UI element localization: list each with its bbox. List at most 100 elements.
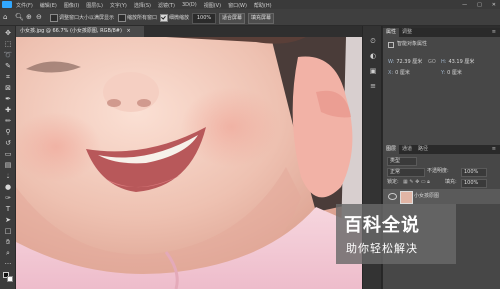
menu-edit[interactable]: 编辑(E): [40, 2, 57, 9]
visibility-eye-icon[interactable]: [388, 193, 397, 200]
zoom-all-windows-label: 缩放所有窗口: [127, 15, 158, 21]
watermark-subtitle: 助你轻松解决: [346, 242, 418, 255]
close-tab-icon[interactable]: ×: [127, 28, 131, 34]
minimize-button[interactable]: —: [462, 2, 467, 8]
clone-stamp-tool-icon[interactable]: ⚲: [3, 127, 13, 137]
maximize-button[interactable]: □: [477, 2, 482, 8]
zoom-all-windows-checkbox[interactable]: [118, 14, 126, 22]
y-field[interactable]: Y: 0 厘米: [441, 70, 462, 77]
link-dimensions-toggle[interactable]: GO: [428, 59, 436, 66]
menu-type[interactable]: 文字(Y): [110, 2, 127, 9]
document-canvas[interactable]: [16, 37, 362, 289]
width-field[interactable]: W: 72.39 厘米: [388, 59, 422, 66]
zoom-tool-icon[interactable]: 🔍︎: [15, 13, 24, 22]
tab-layers[interactable]: 图层: [383, 145, 400, 154]
rectangle-tool-icon[interactable]: □: [3, 226, 13, 236]
fill-label: 填充:: [445, 179, 457, 185]
opacity-label: 不透明度:: [427, 168, 449, 174]
width-label: W:: [388, 59, 395, 65]
hand-tool-icon[interactable]: ✋︎: [3, 237, 13, 247]
menu-file[interactable]: 文件(F): [16, 2, 33, 9]
background-color-swatch[interactable]: [7, 276, 13, 282]
watermark-badge: 百科全说 助你轻松解决: [336, 204, 456, 264]
history-panel-icon[interactable]: ⏲: [368, 36, 378, 46]
menu-3d[interactable]: 3D(D): [182, 2, 197, 9]
gradient-tool-icon[interactable]: ▤: [3, 160, 13, 170]
lock-label: 锁定:: [387, 179, 399, 185]
blend-mode-select[interactable]: 正常: [387, 168, 425, 177]
menu-bar: 文件(F) 编辑(E) 图像(I) 图层(L) 文字(Y) 选择(S) 滤镜(T…: [0, 0, 500, 9]
height-field[interactable]: H: 43.19 厘米: [441, 59, 474, 66]
photo-girl-face: [16, 37, 362, 289]
document-tab[interactable]: 小女孩.jpg @ 66.7% (小女孩原图, RGB/8#) ×: [16, 26, 144, 37]
zoom-tool-side-icon[interactable]: ⌕: [3, 248, 13, 258]
brush-settings-icon[interactable]: ≡: [368, 81, 378, 91]
fill-screen-button[interactable]: 填充屏幕: [248, 12, 274, 24]
menu-view[interactable]: 视图(V): [204, 2, 221, 9]
opacity-field[interactable]: 100%: [461, 168, 487, 177]
zoom-level-field[interactable]: 100%: [192, 12, 216, 24]
layer-name: 小女孩原图: [414, 193, 440, 199]
height-label: H:: [441, 59, 447, 65]
path-selection-tool-icon[interactable]: ➤: [3, 215, 13, 225]
libraries-panel-icon[interactable]: ▣: [368, 66, 378, 76]
document-title: 小女孩.jpg @ 66.7% (小女孩原图, RGB/8#): [20, 28, 122, 34]
fit-screen-button[interactable]: 适合屏幕: [219, 12, 245, 24]
dodge-tool-icon[interactable]: ●: [3, 182, 13, 192]
y-value: 0 厘米: [447, 70, 462, 76]
home-icon[interactable]: ⌂: [3, 13, 7, 22]
layer-row[interactable]: 小女孩原图: [383, 189, 500, 204]
window-controls: — □ ✕: [462, 2, 496, 8]
menu-filter[interactable]: 滤镜(T): [158, 2, 175, 9]
lock-icons[interactable]: ▦ ✎ ✥ ▭ 🔒︎: [403, 179, 430, 186]
menu-layer[interactable]: 图层(L): [86, 2, 103, 9]
layer-thumbnail: [400, 191, 413, 204]
layers-tabs: 图层 通道 路径 ≡: [383, 145, 500, 154]
menu-image[interactable]: 图像(I): [64, 2, 79, 9]
menu-help[interactable]: 帮助(H): [254, 2, 272, 9]
y-label: Y:: [441, 70, 446, 76]
type-tool-icon[interactable]: T: [3, 204, 13, 214]
marquee-tool-icon[interactable]: ⬚: [3, 39, 13, 49]
tab-adjustments[interactable]: 调整: [399, 28, 415, 37]
layers-menu-icon[interactable]: ≡: [492, 146, 496, 152]
crop-tool-icon[interactable]: ⌗: [3, 72, 13, 82]
properties-title: 智能对象属性: [397, 41, 428, 47]
properties-panel: 智能对象属性 W: 72.39 厘米 GO H: 43.19 厘米 X: 0 厘米 Y…: [383, 37, 500, 147]
x-field[interactable]: X: 0 厘米: [388, 70, 410, 77]
height-value: 43.19 厘米: [448, 59, 475, 65]
layer-filter-select[interactable]: 类型: [387, 157, 417, 166]
scrubby-zoom-checkbox[interactable]: [160, 14, 168, 22]
tab-paths[interactable]: 路径: [415, 145, 431, 154]
options-bar: ⌂ 🔍︎ ⊕ ⊖ 调整窗口大小以满屏显示 缩放所有窗口 细微缩放 100% 适合…: [0, 9, 500, 26]
zoom-in-icon[interactable]: ⊕: [26, 13, 32, 22]
pen-tool-icon[interactable]: ✑: [3, 193, 13, 203]
x-label: X:: [388, 70, 394, 76]
eraser-tool-icon[interactable]: ▭: [3, 149, 13, 159]
blur-tool-icon[interactable]: 💧︎: [3, 171, 13, 181]
zoom-out-icon[interactable]: ⊖: [36, 13, 42, 22]
tab-properties[interactable]: 属性: [383, 28, 400, 37]
move-tool-icon[interactable]: ✥: [3, 28, 13, 38]
lasso-tool-icon[interactable]: ➰: [3, 50, 13, 60]
more-tools-icon[interactable]: ···: [3, 259, 13, 269]
quick-select-tool-icon[interactable]: ✎: [3, 61, 13, 71]
healing-brush-tool-icon[interactable]: ✚: [3, 105, 13, 115]
frame-tool-icon[interactable]: ⊠: [3, 83, 13, 93]
menu-select[interactable]: 选择(S): [134, 2, 151, 9]
history-brush-tool-icon[interactable]: ↺: [3, 138, 13, 148]
scrubby-zoom-label: 细微缩放: [169, 15, 190, 21]
menu-list: 文件(F) 编辑(E) 图像(I) 图层(L) 文字(Y) 选择(S) 滤镜(T…: [16, 2, 272, 9]
fill-field[interactable]: 100%: [461, 179, 487, 188]
panel-menu-icon[interactable]: ≡: [492, 29, 496, 35]
resize-windows-checkbox[interactable]: [50, 14, 58, 22]
adjustments-panel-icon[interactable]: ◐: [368, 51, 378, 61]
menu-window[interactable]: 窗口(W): [228, 2, 247, 9]
eyedropper-tool-icon[interactable]: ✒: [3, 94, 13, 104]
document-tab-bar: 小女孩.jpg @ 66.7% (小女孩原图, RGB/8#) ×: [16, 26, 362, 37]
brush-tool-icon[interactable]: ✏: [3, 116, 13, 126]
fill-value: 100%: [464, 180, 479, 186]
properties-tabs: 属性 调整 ≡: [383, 28, 500, 37]
tab-channels[interactable]: 通道: [399, 145, 415, 154]
close-window-button[interactable]: ✕: [492, 2, 496, 8]
